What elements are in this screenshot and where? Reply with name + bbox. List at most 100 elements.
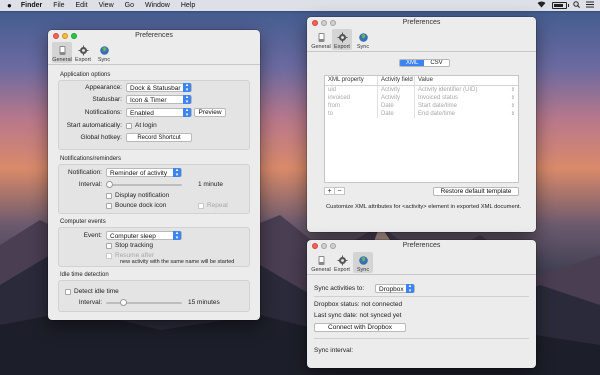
- divider: [314, 296, 529, 297]
- battery-icon[interactable]: [552, 2, 569, 9]
- tab-sync[interactable]: Sync: [94, 42, 114, 63]
- display-notification-label: Display notification: [115, 192, 170, 199]
- idle-interval-slider-knob[interactable]: [120, 299, 127, 306]
- general-icon: [318, 33, 324, 42]
- last-sync-date: Last sync date: not synced yet: [314, 312, 402, 319]
- display-notification-checkbox[interactable]: [106, 193, 112, 199]
- tab-export[interactable]: Export: [73, 42, 93, 63]
- menu-finder[interactable]: Finder: [21, 2, 42, 9]
- close-button[interactable]: [53, 33, 59, 39]
- event-label: Event:: [83, 232, 102, 239]
- statusbar-popup[interactable]: Icon & Timer ▴ ▾: [126, 95, 192, 104]
- restore-default-template-button[interactable]: Restore default template: [433, 187, 519, 196]
- titlebar: Preferences: [307, 240, 536, 252]
- apple-menu-icon[interactable]: ●: [7, 1, 12, 11]
- notifications-popup[interactable]: Enabled ▴ ▾: [126, 108, 192, 117]
- gear-icon: [337, 255, 347, 266]
- preferences-window-export: Preferences General Export Sync XML CSV …: [307, 17, 536, 232]
- appearance-label: Appearance:: [85, 84, 122, 91]
- section-title-reminders: Notifications/reminders: [60, 156, 122, 162]
- menu-view[interactable]: View: [99, 2, 114, 9]
- stop-tracking-label: Stop tracking: [115, 242, 153, 249]
- table-row[interactable]: invoiced Activity Invoiced status ⇕: [325, 94, 518, 102]
- stop-tracking-checkbox[interactable]: [106, 243, 112, 249]
- at-login-label: At login: [135, 122, 157, 129]
- tab-export[interactable]: Export: [332, 252, 352, 273]
- connect-dropbox-button[interactable]: Connect with Dropbox: [314, 323, 406, 332]
- menu-help[interactable]: Help: [181, 2, 195, 9]
- idle-interval-value: 15 minutes: [188, 299, 220, 306]
- tab-general[interactable]: General: [311, 29, 331, 50]
- general-icon: [318, 256, 324, 265]
- idle-interval-slider[interactable]: [106, 299, 182, 306]
- global-hotkey-label: Global hotkey:: [80, 134, 122, 141]
- section-title-computer-events: Computer events: [60, 219, 106, 225]
- remove-row-button[interactable]: −: [334, 187, 345, 195]
- preview-button[interactable]: Preview: [194, 108, 226, 117]
- format-xml[interactable]: XML: [400, 60, 425, 66]
- xml-attributes-table: XML property Activity field Value uid Ac…: [324, 75, 519, 183]
- tab-general[interactable]: General: [311, 252, 331, 273]
- minimize-button[interactable]: [62, 33, 68, 39]
- general-icon: [59, 46, 65, 55]
- table-row[interactable]: uid Activity Activity identifier (UID) ⇕: [325, 86, 518, 94]
- menu-bar: ● Finder File Edit View Go Window Help: [0, 0, 600, 11]
- preferences-toolbar: General Export Sync: [48, 42, 260, 65]
- wifi-icon[interactable]: [537, 1, 546, 10]
- tab-general[interactable]: General: [52, 42, 72, 63]
- repeat-checkbox[interactable]: [198, 203, 204, 209]
- globe-icon: [358, 256, 368, 265]
- titlebar: Preferences: [48, 30, 260, 42]
- at-login-checkbox[interactable]: [126, 123, 132, 129]
- notification-popup[interactable]: Reminder of activity ▴ ▾: [106, 168, 182, 177]
- minimize-button[interactable]: [321, 243, 327, 249]
- divider: [314, 338, 529, 339]
- table-row[interactable]: to Date End date/time ⇕: [325, 110, 518, 118]
- format-csv[interactable]: CSV: [424, 60, 449, 66]
- tab-sync[interactable]: Sync: [353, 29, 373, 50]
- tab-export[interactable]: Export: [332, 29, 352, 50]
- section-title-app-options: Application options: [60, 72, 111, 78]
- globe-icon: [99, 46, 109, 55]
- close-button[interactable]: [312, 243, 318, 249]
- window-title: Preferences: [402, 242, 441, 249]
- bounce-dock-checkbox[interactable]: [106, 203, 112, 209]
- notification-center-icon[interactable]: [586, 1, 594, 10]
- format-segmented-control: XML CSV: [399, 59, 450, 67]
- event-popup[interactable]: Computer sleep ▴ ▾: [106, 231, 182, 240]
- preferences-window-general: Preferences General Export Sync Applicat…: [48, 30, 260, 320]
- interval-slider[interactable]: [106, 181, 182, 188]
- table-row[interactable]: from Date Start date/time ⇕: [325, 102, 518, 110]
- preferences-toolbar: General Export Sync: [307, 252, 536, 275]
- minimize-button[interactable]: [321, 20, 327, 26]
- dropbox-status: Dropbox status: not connected: [314, 301, 403, 308]
- notification-label: Notification:: [68, 169, 102, 176]
- zoom-button[interactable]: [71, 33, 77, 39]
- spotlight-icon[interactable]: [573, 1, 580, 10]
- menu-window[interactable]: Window: [145, 2, 170, 9]
- record-shortcut-button[interactable]: Record Shortcut: [126, 133, 192, 142]
- start-automatically-label: Start automatically:: [66, 122, 122, 129]
- column-header[interactable]: XML property: [325, 76, 377, 85]
- appearance-popup[interactable]: Dock & Statusbar ▴ ▾: [126, 83, 192, 92]
- column-header[interactable]: Value: [414, 76, 518, 85]
- resume-after-checkbox[interactable]: [106, 253, 112, 259]
- resume-note: new activity with the same name will be …: [120, 259, 235, 265]
- tab-sync[interactable]: Sync: [353, 252, 373, 273]
- column-header[interactable]: Activity field: [377, 76, 414, 85]
- sync-target-popup[interactable]: Dropbox ▴ ▾: [375, 284, 415, 293]
- interval-slider-knob[interactable]: [106, 181, 113, 188]
- interval-label: Interval:: [78, 181, 102, 188]
- resume-after-label: Resume after: [115, 252, 155, 259]
- export-caption: Customize XML attributes for <activity> …: [326, 204, 522, 210]
- zoom-button[interactable]: [330, 243, 336, 249]
- menu-edit[interactable]: Edit: [76, 2, 88, 9]
- detect-idle-checkbox[interactable]: [65, 289, 71, 295]
- close-button[interactable]: [312, 20, 318, 26]
- menu-file[interactable]: File: [53, 2, 64, 9]
- menu-go[interactable]: Go: [125, 2, 134, 9]
- preferences-window-sync: Preferences General Export Sync Sync act…: [307, 240, 536, 368]
- interval-value: 1 minute: [198, 181, 223, 188]
- sync-activities-label: Sync activities to:: [314, 285, 365, 292]
- zoom-button[interactable]: [330, 20, 336, 26]
